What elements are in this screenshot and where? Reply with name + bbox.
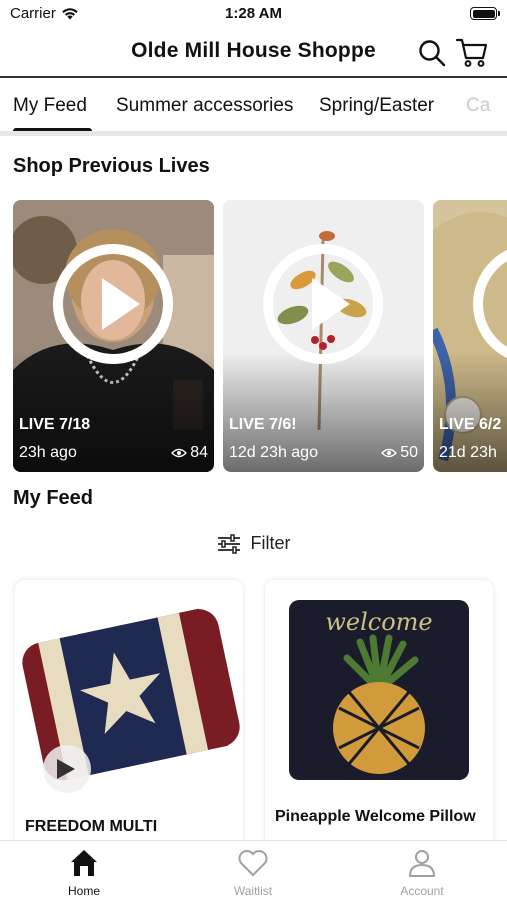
eye-icon (171, 448, 188, 458)
person-icon (408, 850, 436, 877)
product-name: FREEDOM MULTI (25, 818, 158, 835)
search-icon[interactable] (417, 38, 447, 68)
app-header: Olde Mill House Shoppe (0, 30, 507, 78)
view-count-value: 50 (400, 444, 418, 461)
tab-spring-easter[interactable]: Spring/Easter (319, 95, 434, 117)
live-time-ago: 21d 23h (439, 444, 497, 461)
nav-home-label: Home (67, 884, 100, 898)
product-name: Pineapple Welcome Pillow (275, 808, 476, 825)
product-image: welcome (289, 600, 469, 780)
live-time-ago: 23h ago (19, 444, 77, 461)
nav-home[interactable]: Home (34, 847, 134, 898)
heart-icon (238, 850, 268, 877)
live-card[interactable]: LIVE 7/18 23h ago 84 (13, 200, 214, 472)
home-icon (71, 850, 97, 876)
nav-account-label: Account (400, 884, 444, 898)
live-view-count: 84 (171, 444, 208, 462)
status-bar: Carrier 1:28 AM (0, 0, 507, 30)
cart-icon[interactable] (455, 36, 489, 68)
bottom-tab-bar: Home Waitlist Account (0, 840, 507, 900)
play-icon[interactable] (53, 244, 173, 364)
tab-summer-accessories[interactable]: Summer accessories (116, 95, 293, 117)
filter-label: Filter (250, 533, 291, 553)
live-title: LIVE 7/18 (19, 416, 91, 433)
feed-heading: My Feed (13, 487, 94, 509)
video-indicator-icon (43, 745, 91, 793)
live-title: LIVE 7/6! (229, 416, 297, 433)
live-card[interactable]: LIVE 6/2 21d 23h (433, 200, 507, 472)
live-card[interactable]: LIVE 7/6! 12d 23h ago 50 (223, 200, 424, 472)
live-title: LIVE 6/2 (439, 416, 502, 433)
nav-account[interactable]: Account (372, 847, 472, 898)
view-count-value: 84 (190, 444, 208, 461)
battery-icon (470, 7, 500, 20)
filter-button[interactable]: Filter (0, 533, 507, 554)
live-view-count: 50 (381, 444, 418, 462)
product-card[interactable]: welcome Pineapple Welcome Pillow (265, 580, 493, 850)
nav-waitlist-label: Waitlist (233, 884, 273, 898)
product-card[interactable]: FREEDOM MULTI (15, 580, 243, 850)
sliders-icon (217, 533, 240, 554)
tab-my-feed[interactable]: My Feed (13, 95, 87, 117)
live-time-ago: 12d 23h ago (229, 444, 318, 461)
previous-lives-carousel[interactable]: LIVE 7/18 23h ago 84 LIVE 7/6! 12d 23h a (0, 200, 507, 472)
active-tab-indicator (13, 128, 92, 131)
status-time: 1:28 AM (225, 5, 282, 22)
play-icon[interactable] (263, 244, 383, 364)
nav-waitlist[interactable]: Waitlist (203, 847, 303, 898)
eye-icon (381, 448, 398, 458)
previous-lives-heading: Shop Previous Lives (13, 155, 210, 177)
pillow-text: welcome (325, 608, 432, 636)
tab-more[interactable]: Ca (466, 95, 490, 117)
category-tabs: My Feed Summer accessories Spring/Easter… (0, 80, 507, 136)
